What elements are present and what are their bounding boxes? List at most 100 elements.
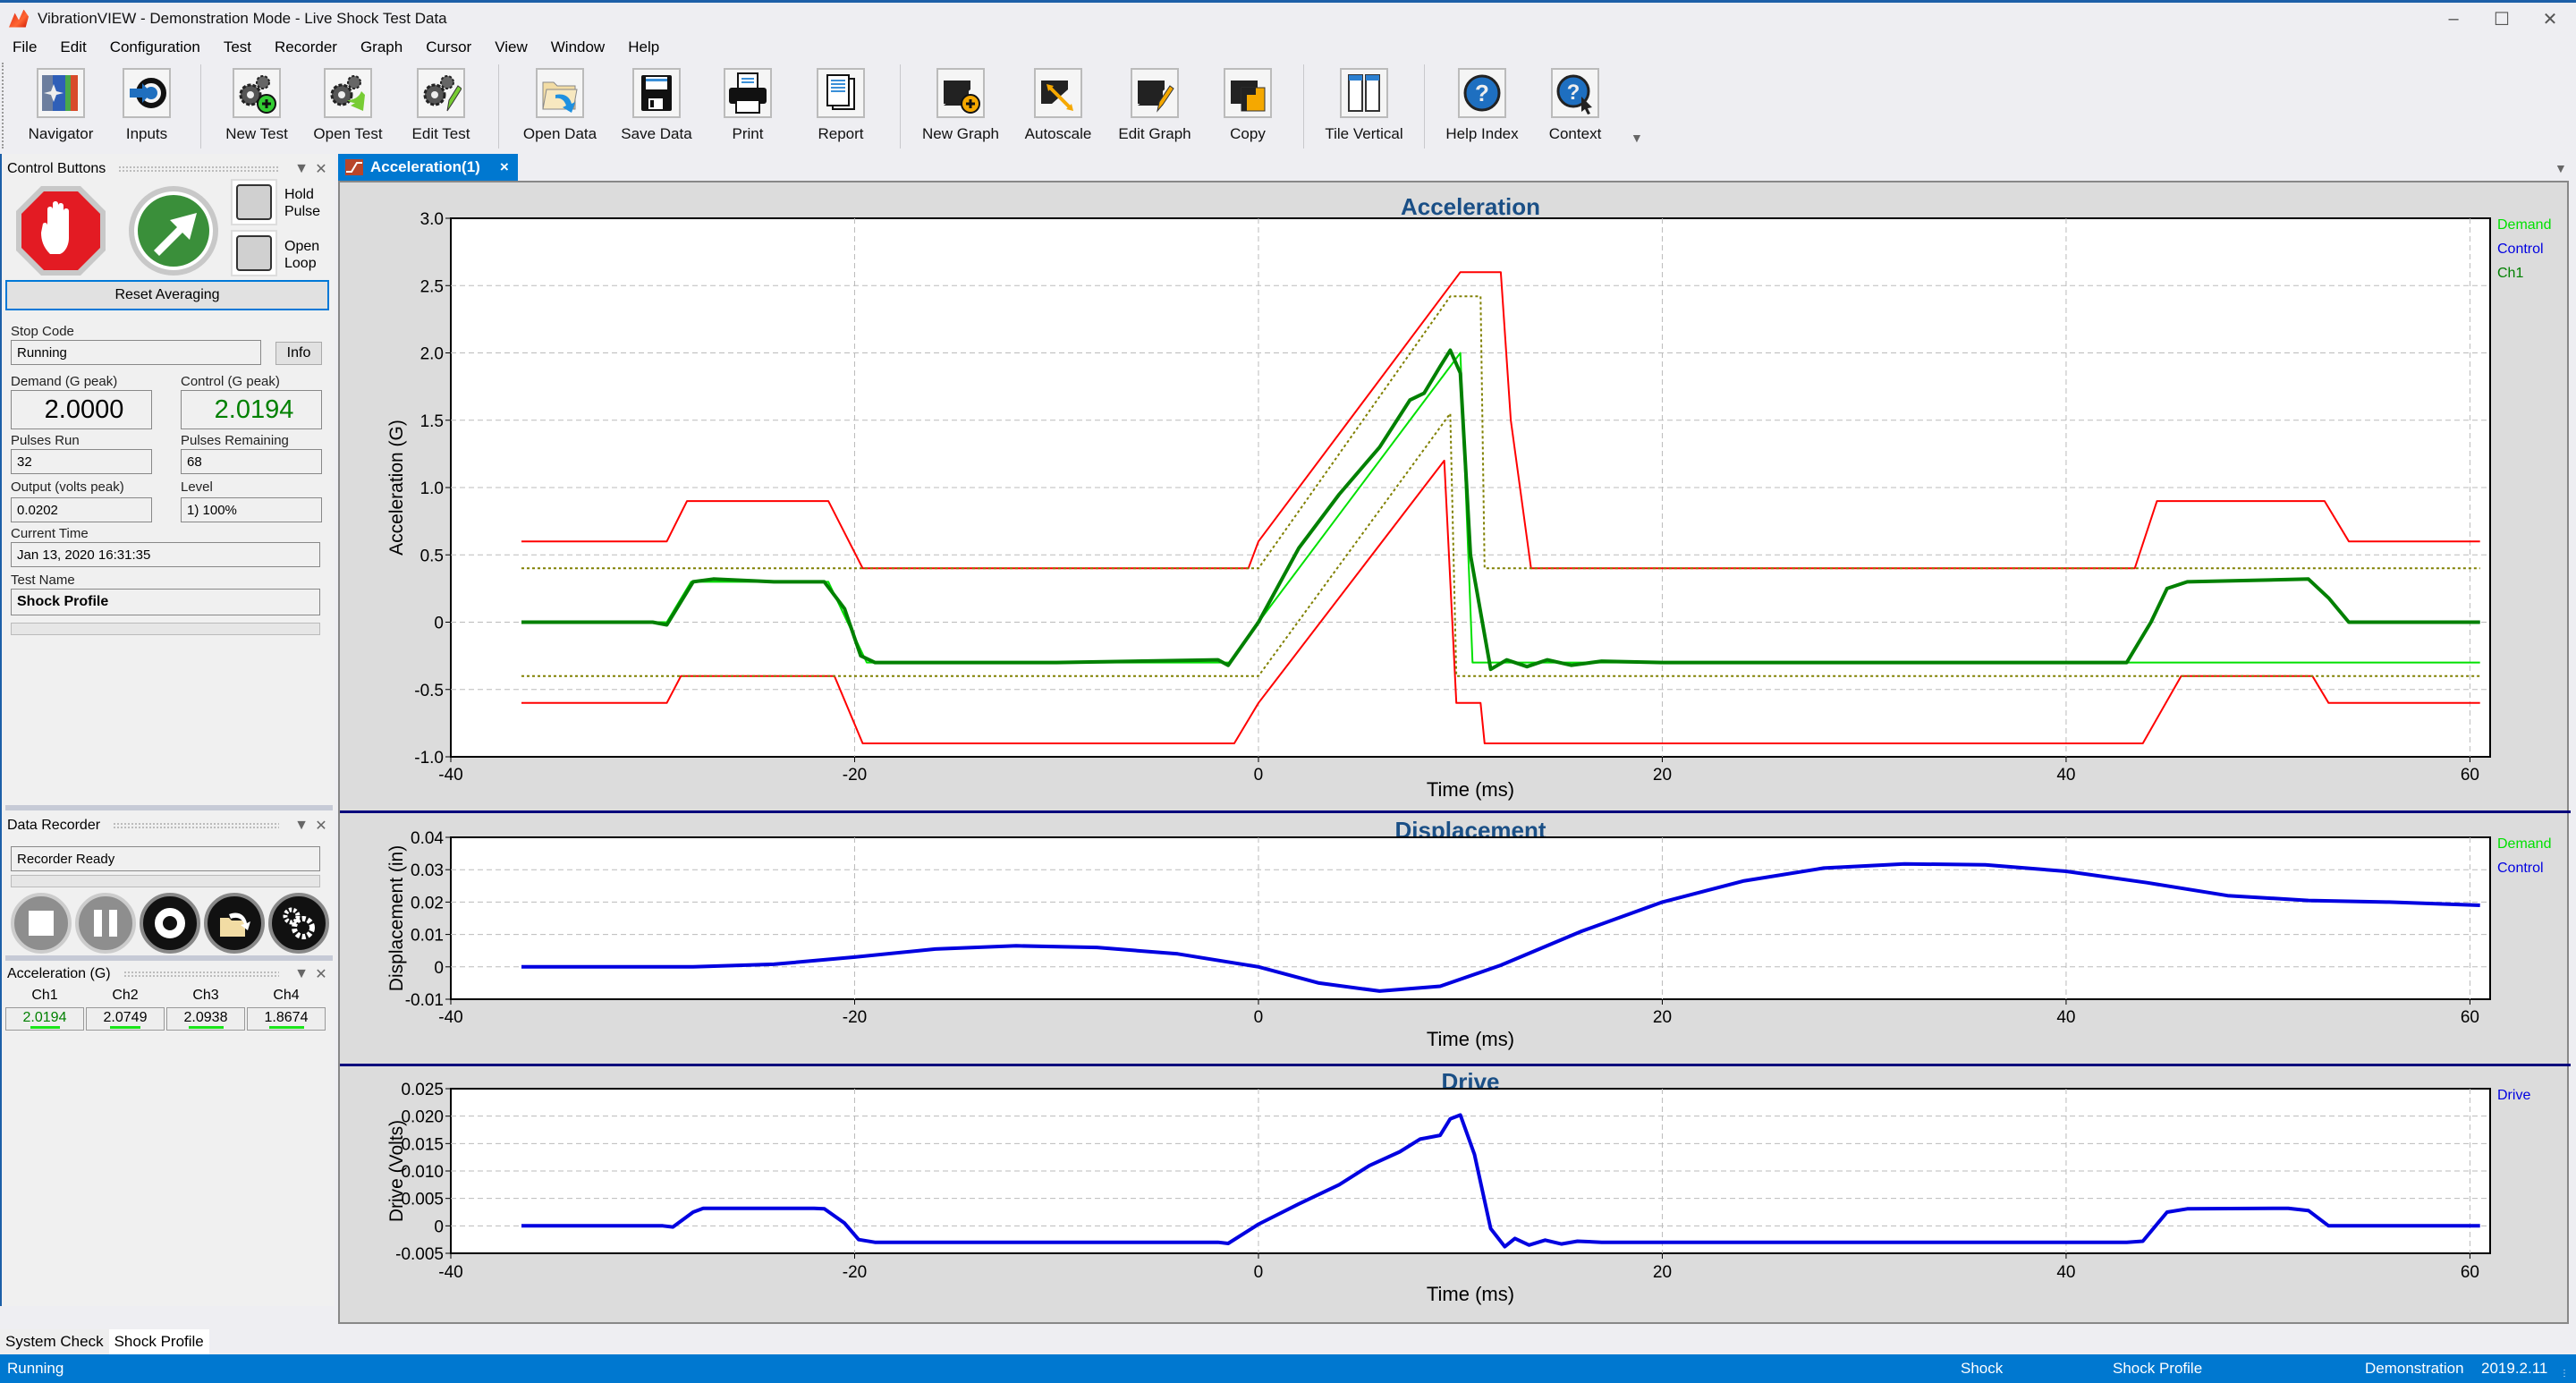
pulses-run-field: 32 [11,449,152,474]
y-tick-label: 0.04 [411,829,444,848]
save-data-button[interactable]: Save Data [610,61,703,150]
panel-grip[interactable] [113,822,279,829]
pulses-remaining-field: 68 [181,449,322,474]
menu-cursor[interactable]: Cursor [426,38,471,56]
menu-help[interactable]: Help [628,38,659,56]
chevron-down-icon[interactable]: ▼ [292,161,311,177]
test-name-label: Test Name [11,573,75,588]
y-tick-label: 0.015 [401,1135,444,1154]
x-axis-label: Time (ms) [1427,1028,1514,1050]
hold-pulse-checkbox[interactable] [231,179,277,225]
y-axis-label: Acceleration (G) [386,420,407,556]
legend-entry: Demand [2497,217,2551,233]
legend-entry: Control [2497,861,2544,876]
panel-title: Data Recorder [7,818,101,833]
menu-graph[interactable]: Graph [360,38,402,56]
y-tick-label: 2.0 [420,345,444,364]
navigator-button[interactable]: Navigator [18,61,104,150]
recorder-open-button[interactable] [204,893,265,954]
status-test-type: Shock [1961,1360,2004,1377]
edit-graph-button[interactable]: Edit Graph [1106,61,1203,150]
autoscale-button[interactable]: Autoscale [1010,61,1106,150]
x-tick-label: 20 [1653,766,1672,785]
resize-grip-icon[interactable]: ⋮ [2560,1369,2569,1379]
start-button[interactable] [127,184,220,277]
menu-recorder[interactable]: Recorder [275,38,337,56]
close-tab-icon[interactable]: × [500,158,509,176]
panel-grip[interactable] [123,971,279,978]
chevron-down-icon[interactable]: ▼ [292,966,311,982]
toolbar-grip[interactable] [2,63,9,148]
copy-button[interactable]: Copy [1203,61,1292,150]
menu-window[interactable]: Window [551,38,605,56]
drive-graph[interactable]: Drive -40 -20 0 20 40 60 -0.005 0 0.005 0.010 0.015… [340,1066,2571,1322]
help-index-button[interactable]: ? Help Index [1436,61,1529,150]
x-axis-label: Time (ms) [1427,778,1514,801]
print-button[interactable]: Print [703,61,792,150]
close-icon[interactable]: ✕ [311,160,331,178]
output-field: 0.0202 [11,497,152,522]
panel-divider[interactable] [5,805,333,810]
control-buttons-header: Control Buttons ▼ ✕ [7,156,331,182]
stop-button[interactable] [14,184,107,277]
toolbar-label: Copy [1230,125,1266,142]
menu-edit[interactable]: Edit [60,38,86,56]
panel-grip[interactable] [118,165,279,173]
y-tick-label: 0 [434,615,444,633]
maximize-icon[interactable]: ☐ [2478,3,2526,35]
x-tick-label: 40 [2056,766,2075,785]
recorder-pause-button[interactable] [75,893,136,954]
x-tick-label: 0 [1254,1008,1264,1027]
open-data-button[interactable]: Open Data [510,61,610,150]
open-test-button[interactable]: Open Test [301,61,394,150]
report-button[interactable]: Report [792,61,889,150]
status-text: Running [7,1360,64,1377]
toolbar-label: Edit Test [411,125,470,142]
recorder-settings-button[interactable] [268,893,329,954]
chevron-down-icon[interactable]: ▼ [292,818,311,834]
new-graph-button[interactable]: New Graph [911,61,1010,150]
recorder-stop-button[interactable] [11,893,72,954]
toolbar-separator [900,64,901,148]
control-value: 2.0194 [181,390,322,429]
menu-test[interactable]: Test [224,38,251,56]
context-help-button[interactable]: ? Context [1529,61,1622,150]
status-profile: Shock Profile [2113,1360,2203,1377]
context-help-icon: ? [1551,68,1599,118]
reset-averaging-button[interactable]: Reset Averaging [5,280,329,310]
inputs-button[interactable]: Inputs [104,61,190,150]
demand-label: Demand (G peak) [11,374,118,389]
x-tick-label: -20 [843,766,867,785]
recorder-record-button[interactable] [140,893,200,954]
tab-system-check[interactable]: System Check [0,1329,109,1354]
channel-label: Ch1 [31,988,58,1003]
help-index-icon: ? [1458,68,1506,118]
close-icon[interactable]: ✕ [311,965,331,983]
toolbar-label: Autoscale [1024,125,1092,142]
menu-view[interactable]: View [495,38,528,56]
toolbar-overflow-icon[interactable]: ▼ [1631,131,1643,145]
displacement-graph[interactable]: Displacement-40 -20 0 20 40 60-0.0100.010.020… [340,813,2571,1064]
minimize-icon[interactable]: – [2429,3,2478,35]
close-icon[interactable]: ✕ [2526,3,2574,35]
toolbar-label: Context [1548,125,1602,142]
channel-level-bar [30,1026,60,1029]
tile-vertical-button[interactable]: Tile Vertical [1315,61,1413,150]
acceleration-graph[interactable]: Acceleration -40 -20 0 20 40 60 -1.0 -0.5 0 0.5 1.0… [340,182,2571,810]
new-test-button[interactable]: New Test [212,61,301,150]
tab-shock-profile[interactable]: Shock Profile [108,1329,209,1354]
close-icon[interactable]: ✕ [311,817,331,835]
toolbar-label: New Graph [922,125,999,142]
output-label: Output (volts peak) [11,479,124,495]
tab-list-chevron-icon[interactable]: ▼ [2555,161,2567,175]
edit-test-button[interactable]: Edit Test [394,61,487,150]
y-tick-label: 0 [434,959,444,978]
info-button[interactable]: Info [275,342,322,365]
menu-file[interactable]: File [13,38,37,56]
y-tick-label: 0.02 [411,894,444,912]
toolbar-label: Print [732,125,764,142]
open-loop-checkbox[interactable] [231,230,277,276]
menu-configuration[interactable]: Configuration [110,38,200,56]
tab-acceleration[interactable]: Acceleration(1) × [338,154,518,181]
x-tick-label: -40 [438,1263,462,1282]
